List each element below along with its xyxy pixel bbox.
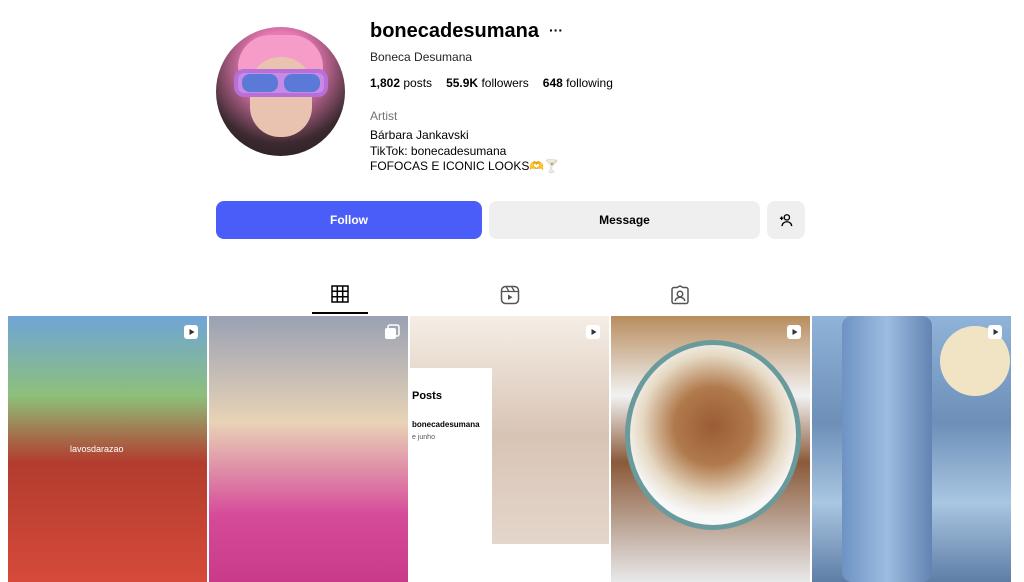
post-tile[interactable]: lavosdarazao (8, 316, 207, 582)
profile-avatar[interactable] (216, 27, 345, 156)
reel-icon (787, 325, 801, 339)
avatar-lens-left (242, 74, 278, 92)
following-count: 648 (542, 76, 563, 90)
post-tile[interactable] (209, 316, 408, 582)
profile-category: Artist (370, 109, 398, 123)
bio-line: TikTok: bonecadesumana (370, 143, 507, 158)
avatar-lens-right (284, 74, 320, 92)
stat-posts: 1,802 posts (370, 76, 432, 90)
tab-tagged[interactable] (652, 282, 708, 314)
profile-stats: 1,802 posts 55.9K followers 648 followin… (370, 76, 613, 90)
phone-nav-bar (492, 544, 609, 582)
post-tile[interactable]: Posts bonecadesumana e junho (410, 316, 609, 582)
reel-icon (586, 325, 600, 339)
tile-overlay-text: lavosdarazao (70, 444, 124, 454)
reels-icon (500, 285, 520, 305)
followers-count: 55.9K (446, 76, 479, 90)
ellipsis-icon[interactable]: ··· (549, 22, 563, 38)
profile-bio: Bárbara Jankavski TikTok: bonecadesumana… (370, 128, 559, 175)
profile-username: bonecadesumana (370, 20, 539, 42)
post-tile[interactable] (611, 316, 810, 582)
card-date: e junho (412, 434, 435, 441)
card-title: Posts (412, 390, 442, 402)
following-label: following (566, 76, 613, 90)
follow-button[interactable]: Follow (216, 201, 482, 239)
card-handle: bonecadesumana (412, 420, 480, 429)
followers-label: followers (481, 76, 529, 90)
stat-following[interactable]: 648 following (543, 76, 613, 90)
message-button[interactable]: Message (489, 201, 760, 239)
tab-posts[interactable] (312, 282, 368, 314)
bio-line: FOFOCAS E ICONIC LOOKS🫶🍸 (370, 159, 560, 173)
stat-followers[interactable]: 55.9K followers (446, 76, 529, 90)
reel-icon (184, 325, 198, 339)
posts-grid: lavosdarazao Posts bonecadesumana e junh… (8, 316, 1012, 582)
denim-boot-image (842, 316, 932, 582)
person-add-icon (779, 214, 793, 227)
profile-full-name: Boneca Desumana (370, 50, 473, 64)
carousel-icon (385, 324, 400, 339)
screenshot-card: Posts bonecadesumana e junho (410, 368, 492, 582)
grid-icon (331, 285, 349, 303)
post-tile[interactable] (812, 316, 1011, 582)
tagged-icon (671, 285, 689, 305)
bio-line: Bárbara Jankavski (370, 128, 469, 142)
reel-icon (988, 325, 1002, 339)
add-user-button[interactable] (767, 201, 805, 239)
posts-label: posts (403, 76, 433, 90)
tab-reels[interactable] (482, 282, 538, 314)
profile-tabs (0, 282, 1024, 314)
posts-count: 1,802 (370, 76, 401, 90)
noodle-bowl-image (625, 340, 801, 530)
